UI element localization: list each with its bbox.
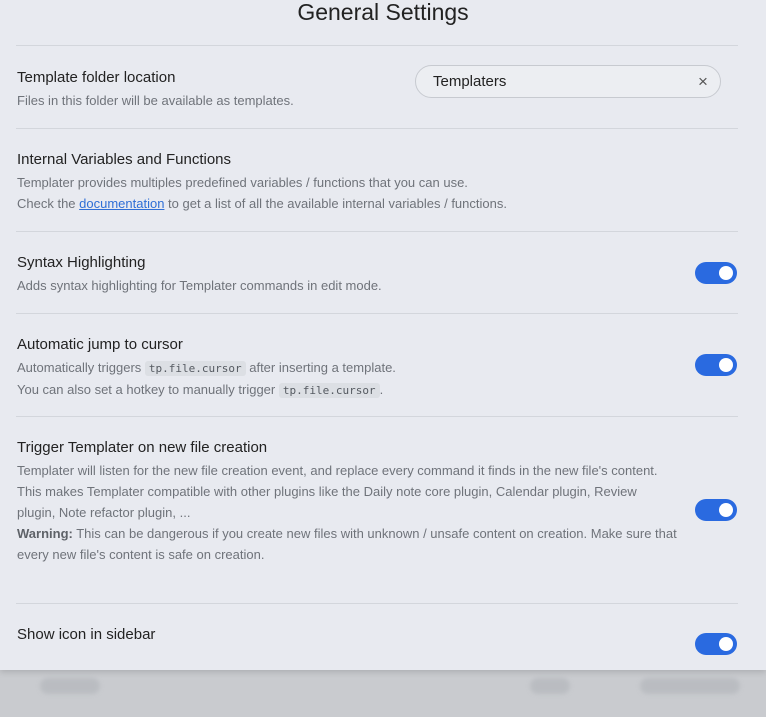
warning-label: Warning: xyxy=(17,526,73,541)
divider xyxy=(16,45,738,46)
description-line: Templater provides multiples predefined … xyxy=(17,175,468,190)
description-text: Check the xyxy=(17,196,80,211)
auto-jump-cursor-toggle[interactable] xyxy=(695,354,737,376)
toggle-knob xyxy=(719,637,733,651)
code-snippet: tp.file.cursor xyxy=(278,383,380,398)
warning-paragraph: Warning: This can be dangerous if you cr… xyxy=(17,523,677,565)
settings-panel: General Settings Template folder locatio… xyxy=(0,0,766,670)
setting-name: Show icon in sidebar xyxy=(17,626,156,643)
setting-description: Templater will listen for the new file c… xyxy=(17,460,677,565)
setting-name: Trigger Templater on new file creation xyxy=(17,439,268,456)
divider xyxy=(16,128,738,129)
blurred-background-text xyxy=(40,678,100,694)
description-paragraph: Templater will listen for the new file c… xyxy=(17,463,658,478)
setting-name: Automatic jump to cursor xyxy=(17,336,183,353)
description-text: You can also set a hotkey to manually tr… xyxy=(17,382,279,397)
setting-trigger-on-file-creation: Trigger Templater on new file creation T… xyxy=(17,438,677,565)
description-text: . xyxy=(379,382,384,397)
description-text: Automatically triggers xyxy=(17,360,145,375)
toggle-knob xyxy=(719,503,733,517)
setting-show-sidebar-icon: Show icon in sidebar xyxy=(17,625,677,645)
setting-description: Automatically triggers tp.file.cursor af… xyxy=(17,357,677,401)
description-paragraph: This makes Templater compatible with oth… xyxy=(17,484,637,520)
setting-internal-variables: Internal Variables and Functions Templat… xyxy=(17,150,677,214)
setting-name: Internal Variables and Functions xyxy=(17,151,232,168)
syntax-highlighting-toggle[interactable] xyxy=(695,262,737,284)
toggle-knob xyxy=(719,266,733,280)
setting-name: Syntax Highlighting xyxy=(17,254,146,271)
warning-text: This can be dangerous if you create new … xyxy=(17,526,677,562)
background-overlay xyxy=(0,668,766,717)
setting-description: Adds syntax highlighting for Templater c… xyxy=(17,278,382,293)
code-snippet: tp.file.cursor xyxy=(144,361,246,376)
setting-auto-jump-cursor: Automatic jump to cursor Automatically t… xyxy=(17,335,677,401)
setting-syntax-highlighting: Syntax Highlighting Adds syntax highligh… xyxy=(17,253,677,296)
divider xyxy=(16,231,738,232)
template-folder-input-wrapper: × xyxy=(415,65,721,98)
documentation-link[interactable]: documentation xyxy=(79,196,164,211)
divider xyxy=(16,416,738,417)
blurred-background-button xyxy=(640,678,740,694)
divider xyxy=(16,603,738,604)
page-title: General Settings xyxy=(297,0,469,25)
divider xyxy=(16,313,738,314)
toggle-knob xyxy=(719,358,733,372)
description-text: after inserting a template. xyxy=(245,360,396,375)
description-text: to get a list of all the available inter… xyxy=(164,196,507,211)
clear-icon[interactable]: × xyxy=(694,73,712,91)
blurred-background-text xyxy=(530,678,570,694)
setting-description: Templater provides multiples predefined … xyxy=(17,172,677,214)
template-folder-input[interactable] xyxy=(433,73,683,90)
show-sidebar-icon-toggle[interactable] xyxy=(695,633,737,655)
trigger-on-file-creation-toggle[interactable] xyxy=(695,499,737,521)
